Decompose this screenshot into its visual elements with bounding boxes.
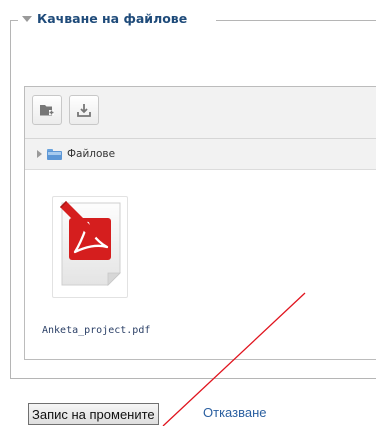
folder-add-icon xyxy=(40,105,54,116)
fieldset-border-top-right xyxy=(216,20,376,21)
expand-caret-icon[interactable] xyxy=(37,150,42,158)
file-manager-toolbar xyxy=(25,87,376,139)
upload-form: Качване на файлове Файлове Anketa_projec… xyxy=(0,0,376,426)
file-manager: Файлове Anketa_project.pdf xyxy=(24,86,376,360)
upload-file-button[interactable] xyxy=(69,95,99,125)
pdf-file-icon xyxy=(60,201,121,286)
fieldset-legend[interactable]: Качване на файлове xyxy=(22,11,187,26)
upload-icon xyxy=(77,104,91,117)
file-manager-pathbar: Файлове xyxy=(25,139,376,170)
save-changes-button[interactable]: Запис на промените xyxy=(28,403,159,425)
file-thumbnail[interactable] xyxy=(52,196,128,298)
fieldset-legend-text: Качване на файлове xyxy=(37,11,188,26)
folder-icon xyxy=(47,148,62,160)
fieldset-border-left xyxy=(10,20,11,378)
fieldset-border-top-left xyxy=(10,20,18,21)
cancel-link[interactable]: Отказване xyxy=(203,405,266,420)
create-folder-button[interactable] xyxy=(32,95,62,125)
collapse-triangle-icon[interactable] xyxy=(22,15,32,22)
path-folder-label[interactable]: Файлове xyxy=(67,148,115,160)
fieldset-border-bottom xyxy=(10,378,376,379)
file-name-label[interactable]: Anketa_project.pdf xyxy=(42,325,150,336)
